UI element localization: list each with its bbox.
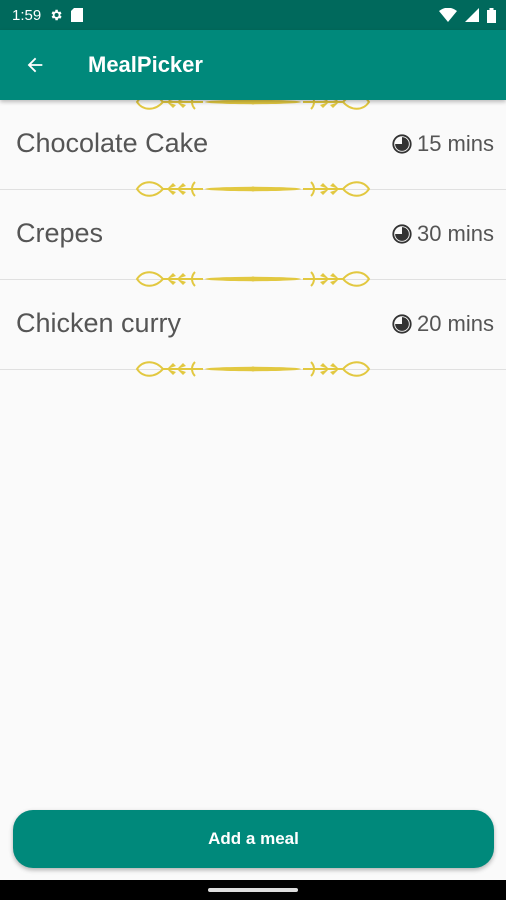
ornament-divider bbox=[0, 267, 506, 291]
clock-icon bbox=[392, 224, 412, 244]
list-item[interactable]: Chicken curry 20 mins bbox=[0, 280, 506, 377]
meal-time-label: 15 mins bbox=[416, 131, 494, 156]
battery-icon bbox=[487, 7, 496, 23]
ornament-divider bbox=[0, 177, 506, 201]
meal-time: 15 mins bbox=[391, 131, 494, 157]
status-time: 1:59 bbox=[12, 6, 42, 24]
list-item[interactable]: Chocolate Cake 15 mins bbox=[0, 100, 506, 197]
wifi-icon bbox=[439, 8, 457, 22]
list-item[interactable]: Crepes 30 mins bbox=[0, 190, 506, 287]
clock-icon bbox=[392, 314, 412, 334]
add-meal-button[interactable]: Add a meal bbox=[13, 810, 494, 868]
meal-name: Chicken curry bbox=[16, 308, 182, 338]
clock-icon bbox=[392, 134, 412, 154]
meal-time-label: 30 mins bbox=[416, 221, 494, 246]
signal-icon bbox=[465, 8, 479, 22]
meal-time-label: 20 mins bbox=[416, 311, 494, 336]
page-title: MealPicker bbox=[88, 52, 203, 77]
arrow-left-icon bbox=[27, 57, 43, 73]
meal-time: 20 mins bbox=[391, 311, 494, 337]
meal-name: Chocolate Cake bbox=[16, 128, 209, 158]
meal-name: Crepes bbox=[16, 218, 104, 248]
meal-list: Chocolate Cake 15 mins Crepes 30 mins Ch… bbox=[0, 94, 506, 377]
app-bar: MealPicker bbox=[0, 30, 506, 100]
gear-icon bbox=[51, 9, 62, 21]
navigation-bar bbox=[0, 880, 506, 900]
meal-time: 30 mins bbox=[391, 221, 494, 247]
status-bar: 1:59 bbox=[0, 0, 506, 30]
home-gesture-handle[interactable] bbox=[208, 888, 298, 892]
ornament-divider bbox=[0, 357, 506, 381]
back-button[interactable] bbox=[0, 30, 70, 100]
sim-card-icon bbox=[71, 8, 84, 22]
